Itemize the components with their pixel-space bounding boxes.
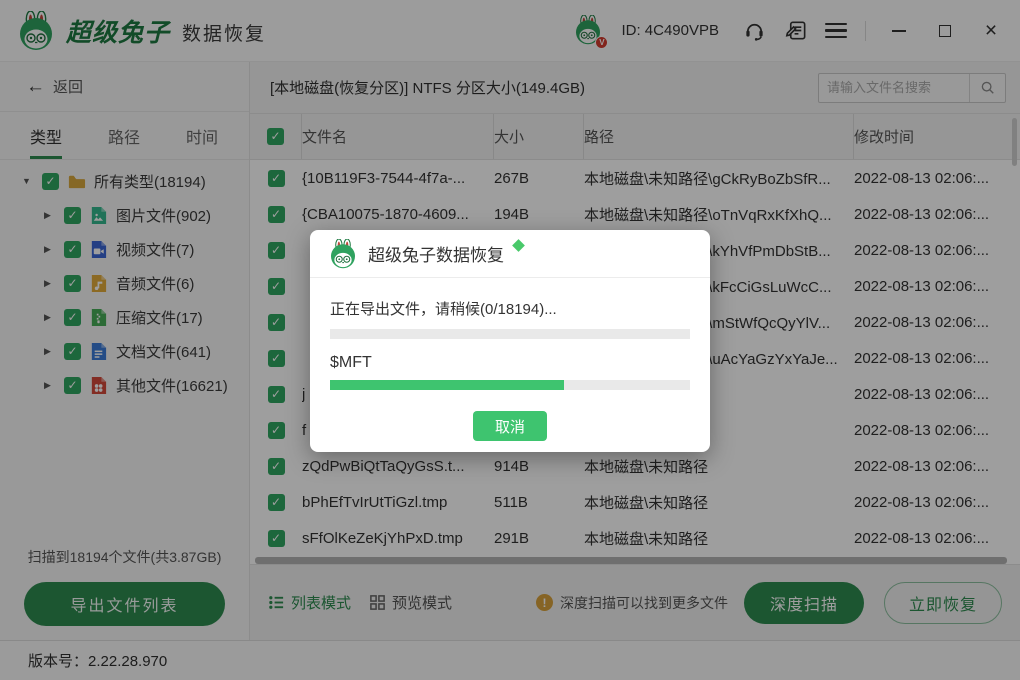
cancel-button[interactable]: 取消 bbox=[473, 411, 547, 441]
dialog-logo-icon bbox=[328, 239, 358, 269]
current-file-name: $MFT bbox=[330, 354, 690, 372]
total-progress-bar bbox=[330, 329, 690, 339]
export-status-text: 正在导出文件，请稍候(0/18194)... bbox=[330, 298, 690, 319]
dialog-header: 超级兔子数据恢复 bbox=[310, 230, 710, 278]
dialog-title: 超级兔子数据恢复 bbox=[368, 241, 504, 266]
file-progress-fill bbox=[330, 380, 564, 390]
diamond-accent-icon bbox=[512, 239, 525, 252]
file-progress-bar bbox=[330, 380, 690, 390]
export-progress-dialog: 超级兔子数据恢复 正在导出文件，请稍候(0/18194)... $MFT 取消 bbox=[310, 230, 710, 452]
